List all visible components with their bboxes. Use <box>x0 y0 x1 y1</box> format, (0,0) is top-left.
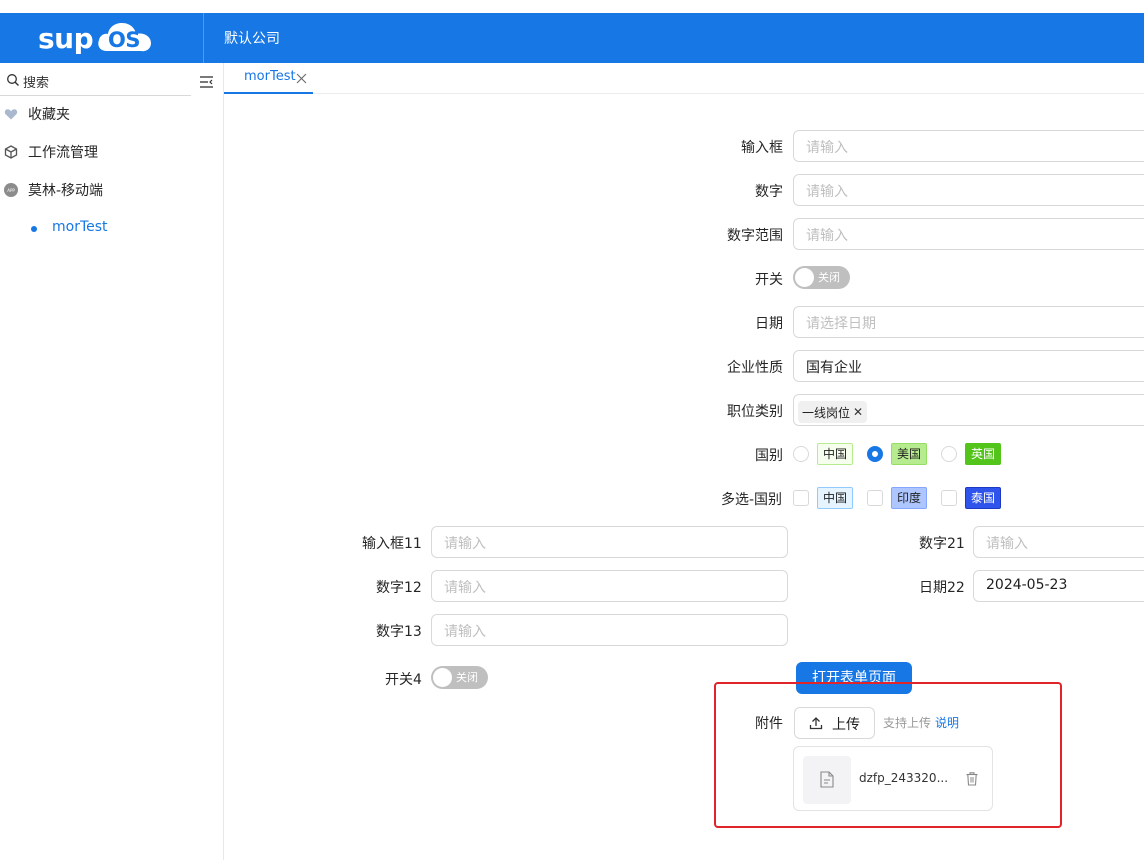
job-tag-label: 一线岗位 <box>802 405 851 420</box>
company-name[interactable]: 默认公司 <box>224 28 280 48</box>
switch-text: 关闭 <box>818 271 840 284</box>
input-placeholder: 请输入 <box>806 140 848 156</box>
job-label: 职位类别 <box>727 404 783 420</box>
date22-label: 日期22 <box>919 580 965 596</box>
close-icon[interactable] <box>296 73 307 84</box>
number12-placeholder: 请输入 <box>444 580 486 596</box>
number12-label: 数字12 <box>376 580 422 596</box>
logo-text: sup <box>38 21 94 55</box>
checkbox-china[interactable] <box>793 490 809 506</box>
top-bar: sup OS 默认公司 <box>0 13 1144 63</box>
upload-hint: 支持上传 <box>883 716 932 730</box>
search-icon <box>7 74 19 86</box>
upload-icon <box>809 717 823 730</box>
range-placeholder: 请输入 <box>806 228 848 244</box>
date22-picker[interactable]: 2024-05-23 <box>973 570 1144 602</box>
tab-bar: morTest <box>224 63 1144 94</box>
country-option-usa[interactable]: 美国 <box>891 443 928 465</box>
active-dot <box>31 226 37 232</box>
upload-help-link[interactable]: 说明 <box>935 714 959 731</box>
sidebar-item-label: 收藏夹 <box>28 107 70 123</box>
switch-knob <box>795 268 814 287</box>
tab-mortest[interactable]: morTest <box>224 63 313 94</box>
attachment-label: 附件 <box>755 716 783 732</box>
sidebar-item-workflow[interactable]: 工作流管理 <box>0 138 224 166</box>
nature-value: 国有企业 <box>806 360 862 376</box>
upload-label: 上传 <box>832 717 860 733</box>
topbar-divider <box>203 13 204 63</box>
sidebar-item-favorites[interactable]: 收藏夹 <box>0 100 224 128</box>
radio-uk[interactable] <box>941 446 957 462</box>
switch4-label: 开关4 <box>385 672 422 688</box>
input-label: 输入框 <box>741 140 783 156</box>
input11-field[interactable]: 请输入 <box>431 526 788 558</box>
checkbox-thailand[interactable] <box>941 490 957 506</box>
number13-label: 数字13 <box>376 624 422 640</box>
logo-os-text: OS <box>108 28 140 52</box>
multi-country-label: 多选-国别 <box>721 492 783 508</box>
enterprise-nature-select[interactable]: 国有企业 <box>793 350 1144 382</box>
country-option-uk[interactable]: 英国 <box>965 443 1002 465</box>
sidebar-subitem-label: morTest <box>52 219 108 235</box>
sidebar-search[interactable]: 搜索 <box>0 67 224 96</box>
input11-placeholder: 请输入 <box>444 536 486 552</box>
heart-icon <box>4 109 18 120</box>
svg-text:APP: APP <box>7 188 15 193</box>
country-label: 国别 <box>755 448 783 464</box>
radio-usa[interactable] <box>867 446 883 462</box>
switch-knob <box>433 668 452 687</box>
number12-field[interactable]: 请输入 <box>431 570 788 602</box>
job-category-select[interactable]: 一线岗位 ✕ <box>793 394 1144 426</box>
file-thumbnail <box>803 756 851 804</box>
upload-button[interactable]: 上传 <box>794 707 875 739</box>
number-placeholder: 请输入 <box>806 184 848 200</box>
toggle-switch[interactable]: 关闭 <box>793 266 850 289</box>
tab-label: morTest <box>244 69 296 84</box>
search-input[interactable]: 搜索 <box>23 72 49 91</box>
number21-placeholder: 请输入 <box>986 536 1028 552</box>
date-label: 日期 <box>755 316 783 332</box>
date22-value: 2024-05-23 <box>986 577 1068 593</box>
number-range-field[interactable]: 请输入 <box>793 218 1144 250</box>
job-tag: 一线岗位 ✕ <box>798 401 868 423</box>
checkbox-india[interactable] <box>867 490 883 506</box>
toggle-switch-4[interactable]: 关闭 <box>431 666 488 689</box>
nature-label: 企业性质 <box>727 360 783 376</box>
supos-logo[interactable]: sup OS <box>38 21 153 55</box>
cube-icon <box>4 145 18 159</box>
number13-field[interactable]: 请输入 <box>431 614 788 646</box>
sidebar-item-molin-mobile[interactable]: APP 莫林-移动端 <box>0 176 224 204</box>
input11-label: 输入框11 <box>362 536 422 552</box>
multi-option-thailand[interactable]: 泰国 <box>965 487 1002 509</box>
number-label: 数字 <box>755 184 783 200</box>
tag-close-icon[interactable]: ✕ <box>853 405 863 419</box>
radio-china[interactable] <box>793 446 809 462</box>
switch-label: 开关 <box>755 272 783 288</box>
multi-option-india[interactable]: 印度 <box>891 487 928 509</box>
logo-cloud: OS <box>95 21 153 55</box>
file-name: dzfp_243320... <box>859 771 949 785</box>
file-icon <box>820 771 834 788</box>
number13-placeholder: 请输入 <box>444 624 486 640</box>
switch4-text: 关闭 <box>456 671 478 684</box>
range-label: 数字范围 <box>727 228 783 244</box>
input-field[interactable]: 请输入 <box>793 130 1144 162</box>
sidebar: 搜索 收藏夹 工作流管理 APP 莫林-移动端 morTest <box>0 63 224 860</box>
menu-collapse-icon[interactable] <box>200 76 213 88</box>
search-underline <box>0 95 191 96</box>
delete-icon[interactable] <box>966 772 978 786</box>
sidebar-item-mortest[interactable]: morTest <box>0 214 224 242</box>
number21-field[interactable]: 请输入 <box>973 526 1144 558</box>
app-icon: APP <box>4 183 18 197</box>
uploaded-file-card[interactable]: dzfp_243320... <box>793 746 993 811</box>
date-placeholder: 请选择日期 <box>806 316 876 332</box>
multi-option-china[interactable]: 中国 <box>817 487 854 509</box>
sidebar-item-label: 工作流管理 <box>28 145 98 161</box>
country-option-china[interactable]: 中国 <box>817 443 854 465</box>
sidebar-item-label: 莫林-移动端 <box>28 183 104 199</box>
date-picker[interactable]: 请选择日期 <box>793 306 1144 338</box>
number21-label: 数字21 <box>919 536 965 552</box>
number-field[interactable]: 请输入 <box>793 174 1144 206</box>
